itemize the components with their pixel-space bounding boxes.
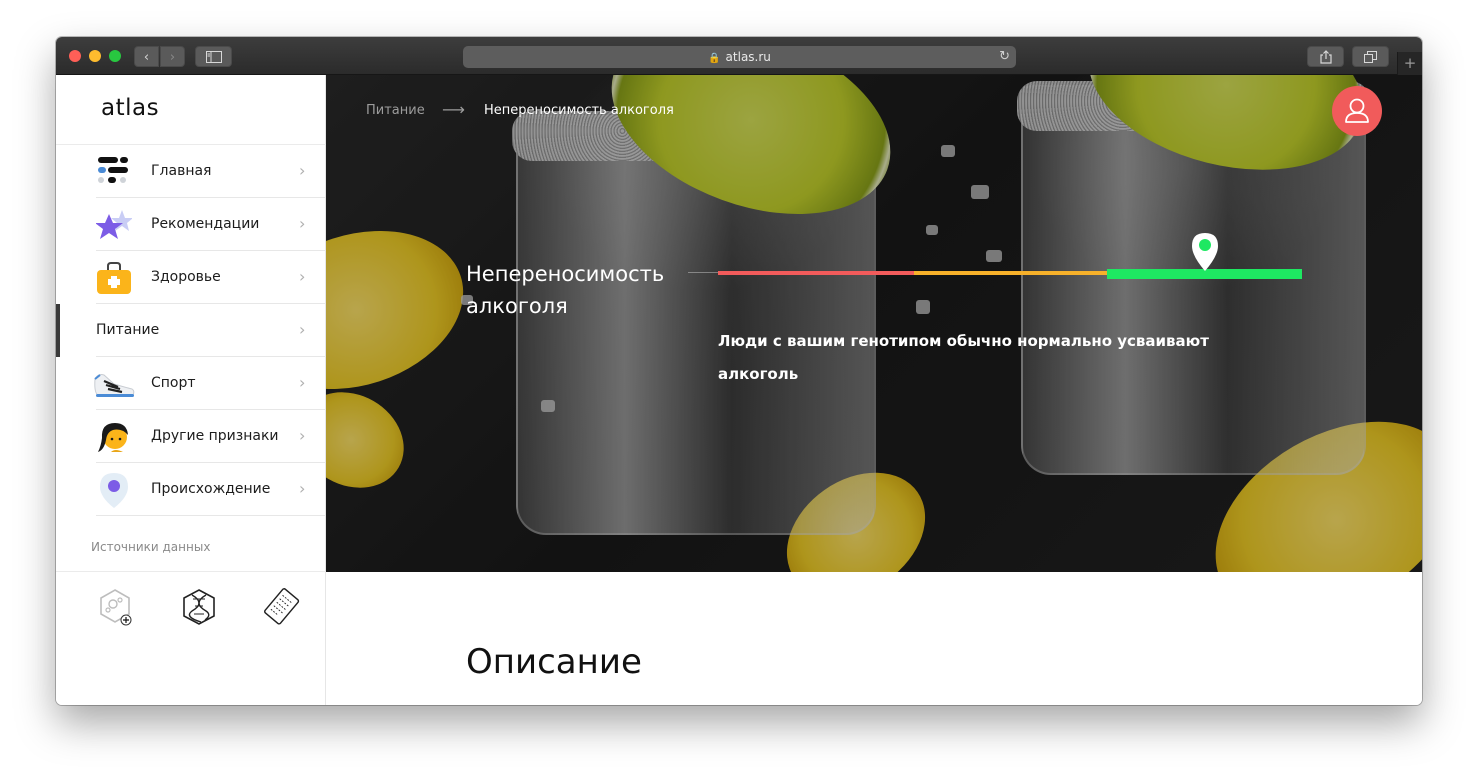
description-heading: Описание xyxy=(466,642,642,682)
reload-icon[interactable]: ↻ xyxy=(999,46,1010,68)
breadcrumb: Питание ⟶ Непереносимость алкоголя xyxy=(366,100,674,119)
address-bar[interactable]: 🔒 atlas.ru ↻ xyxy=(463,46,1016,68)
sidebar: atlas Главная › Рекомендации › Здоровье … xyxy=(56,75,326,705)
sidebar-item-label: Спорт xyxy=(151,375,196,391)
result-description: Люди с вашим генотипом обычно нормально … xyxy=(718,332,1209,383)
first-aid-kit-icon xyxy=(97,262,131,294)
close-window-button[interactable] xyxy=(69,50,81,62)
chevron-right-icon: › xyxy=(299,267,306,286)
sidebar-item-label: Другие признаки xyxy=(151,428,279,444)
sidebar-icon xyxy=(205,51,222,63)
active-indicator xyxy=(56,304,60,357)
chevron-right-icon: › xyxy=(299,479,306,498)
scale-segment-red xyxy=(718,271,914,275)
sidebar-item-other-traits[interactable]: Другие признаки › xyxy=(56,410,326,463)
sidebar-item-recommendations[interactable]: Рекомендации › xyxy=(56,198,326,251)
sidebar-item-label: Главная xyxy=(151,163,212,179)
person-face-icon xyxy=(98,423,128,452)
new-tab-button[interactable]: + xyxy=(1397,52,1422,75)
location-pin-icon xyxy=(100,473,128,508)
dna-box-icon[interactable] xyxy=(179,587,219,627)
sidebar-item-nutrition[interactable]: Питание › xyxy=(56,304,326,357)
divider xyxy=(96,515,326,516)
sidebar-item-label: Питание xyxy=(96,322,160,338)
chevron-right-icon: › xyxy=(299,214,306,233)
profile-button[interactable] xyxy=(1332,86,1382,136)
main-content: Питание ⟶ Непереносимость алкоголя Непер… xyxy=(326,75,1422,705)
chevron-right-icon: › xyxy=(299,426,306,445)
chevron-right-icon: › xyxy=(299,373,306,392)
trait-title: Непереносимость алкоголя xyxy=(466,262,665,318)
show-tabs-button[interactable] xyxy=(1352,46,1389,67)
sidebar-toggle-button[interactable] xyxy=(195,46,232,67)
scale-marker-pin-icon xyxy=(1192,233,1218,271)
chevron-right-icon: › xyxy=(299,161,306,180)
data-sources-label: Источники данных xyxy=(91,540,211,554)
report-sheet-icon[interactable] xyxy=(261,587,301,627)
sidebar-item-sport[interactable]: Спорт › xyxy=(56,357,326,410)
sidebar-item-home[interactable]: Главная › xyxy=(56,145,326,198)
sidebar-item-label: Происхождение xyxy=(151,481,271,497)
scale-leader-line xyxy=(688,272,718,273)
microbiome-kit-icon[interactable] xyxy=(96,587,136,627)
share-button[interactable] xyxy=(1307,46,1344,67)
user-icon xyxy=(1345,98,1369,123)
arrow-right-icon: ⟶ xyxy=(442,100,465,119)
breadcrumb-parent-link[interactable]: Питание xyxy=(366,103,425,118)
forward-button[interactable]: › xyxy=(160,46,185,67)
breadcrumb-current: Непереносимость алкоголя xyxy=(484,103,674,118)
browser-toolbar: ‹ › 🔒 atlas.ru ↻ + xyxy=(56,37,1422,75)
scale-segment-yellow xyxy=(914,271,1107,275)
home-grid-icon xyxy=(98,157,128,183)
sneaker-icon xyxy=(94,374,135,397)
minimize-window-button[interactable] xyxy=(89,50,101,62)
share-icon xyxy=(1319,50,1332,64)
zoom-window-button[interactable] xyxy=(109,50,121,62)
sidebar-item-label: Здоровье xyxy=(151,269,221,285)
sidebar-item-origin[interactable]: Происхождение › xyxy=(56,463,326,516)
sidebar-menu: Главная › Рекомендации › Здоровье › Пита… xyxy=(56,145,326,516)
hero-overlay xyxy=(326,75,1422,572)
browser-window: ‹ › 🔒 atlas.ru ↻ + atlas Главная › Реком… xyxy=(56,37,1422,705)
stars-icon xyxy=(96,210,132,239)
sidebar-item-health[interactable]: Здоровье › xyxy=(56,251,326,304)
tabs-icon xyxy=(1364,51,1377,63)
chevron-right-icon: › xyxy=(299,320,306,339)
back-button[interactable]: ‹ xyxy=(134,46,159,67)
divider xyxy=(56,571,326,572)
hero-banner: Питание ⟶ Непереносимость алкоголя Непер… xyxy=(326,75,1422,572)
logo[interactable]: atlas xyxy=(101,95,159,121)
lock-icon: 🔒 xyxy=(708,53,721,64)
sidebar-item-label: Рекомендации xyxy=(151,216,260,232)
url-text: atlas.ru xyxy=(725,50,771,64)
